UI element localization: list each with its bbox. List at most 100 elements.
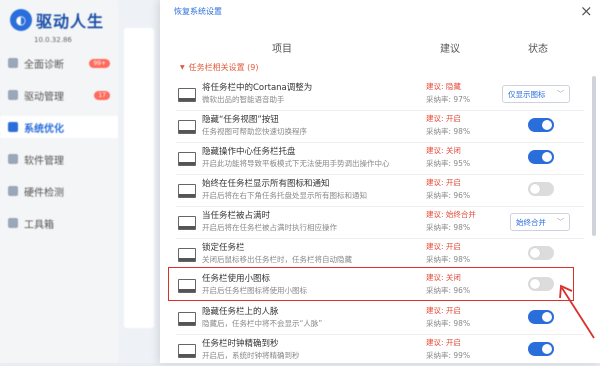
- divider: [176, 238, 584, 239]
- group-taskbar-settings[interactable]: ▼ 任务栏相关设置 (9): [180, 62, 259, 73]
- header-suggestion: 建议: [440, 44, 460, 55]
- group-label: 任务栏相关设置 (9): [188, 63, 259, 72]
- setting-title: 当任务栏被占满时: [202, 211, 271, 221]
- select-value: 始终合并: [516, 217, 546, 227]
- header-status: 状态: [528, 44, 548, 55]
- nav-label: 驱动管理: [24, 91, 64, 103]
- app-logo: ◐ 驱动人生: [10, 8, 104, 32]
- diagnosis-icon: [8, 58, 18, 68]
- setting-desc: 隐藏后，任务栏中将不会显示“人脉”: [202, 319, 323, 328]
- select-value: 仅显示图标: [508, 89, 546, 99]
- nav-item-driver[interactable]: 驱动管理 17: [0, 84, 118, 106]
- nav-item-optimize[interactable]: 系统优化: [0, 116, 118, 138]
- nav-item-software[interactable]: 软件管理: [0, 148, 118, 170]
- scrollbar[interactable]: [592, 76, 596, 236]
- cortana-select[interactable]: 仅显示图标 ﹀: [502, 85, 570, 103]
- taskbar-icon: [178, 344, 196, 358]
- chevron-down-icon: ﹀: [557, 90, 564, 98]
- setting-row: 隐藏任务栏上的人脉 隐藏后，任务栏中将不会显示“人脉” 建议: 开启 采纳率: …: [176, 304, 580, 334]
- toolbox-icon: [8, 218, 18, 228]
- toggle-switch[interactable]: [528, 310, 554, 324]
- setting-row: 始终在任务栏显示所有图标和通知 开启后将在右下角任务托盘处显示所有图标和通知 建…: [176, 176, 580, 206]
- setting-title: 隐藏操作中心任务栏托盘: [202, 147, 296, 157]
- taskbar-icon: [178, 248, 196, 262]
- setting-suggestion: 建议: 隐藏: [426, 82, 461, 91]
- nav-label: 全面诊断: [24, 59, 64, 71]
- setting-rate: 采纳率: 98%: [426, 255, 471, 264]
- setting-row: 锁定任务栏 关闭后鼠标移出任务栏时，任务栏将自动隐藏 建议: 开启 采纳率: 9…: [176, 240, 580, 270]
- taskbar-icon: [178, 184, 196, 198]
- setting-rate: 采纳率: 97%: [426, 95, 471, 104]
- nav-item-toolbox[interactable]: 工具箱: [0, 212, 118, 234]
- hardware-icon: [8, 186, 18, 196]
- nav-label: 系统优化: [24, 123, 64, 135]
- toggle-switch[interactable]: [528, 118, 554, 132]
- content-card: [124, 28, 154, 328]
- setting-suggestion: 建议: 开启: [426, 114, 461, 123]
- toggle-switch[interactable]: [528, 150, 554, 164]
- setting-row: 将任务栏中的Cortana调整为 微软出品的智能语音助手 建议: 隐藏 采纳率:…: [176, 80, 580, 110]
- setting-suggestion: 建议: 开启: [426, 242, 461, 251]
- taskbar-full-select[interactable]: 始终合并 ﹀: [510, 213, 570, 231]
- setting-desc: 开启后将在任务栏被占满时执行相应操作: [202, 223, 337, 232]
- taskbar-icon: [178, 152, 196, 166]
- nav-item-diagnosis[interactable]: 全面诊断 99+: [0, 52, 118, 74]
- divider: [176, 142, 584, 143]
- taskbar-icon: [178, 312, 196, 326]
- setting-suggestion: 建议: 开启: [426, 178, 461, 187]
- optimize-icon: [8, 122, 18, 132]
- logo-text: 驱动人生: [36, 12, 105, 31]
- setting-desc: 开启此功能将导致平板模式下无法使用手势调出操作中心: [202, 159, 390, 168]
- setting-title: 锁定任务栏: [202, 243, 245, 253]
- app-sidebar: ◐ 驱动人生 10.0.32.86 全面诊断 99+ 驱动管理 17 系统优化 …: [0, 0, 118, 363]
- divider: [176, 206, 584, 207]
- setting-row: 隐藏操作中心任务栏托盘 开启此功能将导致平板模式下无法使用手势调出操作中心 建议…: [176, 144, 580, 174]
- setting-desc: 任务视图可帮助您快速切换程序: [202, 127, 307, 136]
- nav-item-hardware[interactable]: 硬件检测: [0, 180, 118, 202]
- setting-row: 隐藏“任务视图”按钮 任务视图可帮助您快速切换程序 建议: 开启 采纳率: 98…: [176, 112, 580, 142]
- setting-desc: 开启后，系统时钟将精确到秒: [202, 351, 300, 360]
- divider: [176, 174, 584, 175]
- divider: [176, 110, 584, 111]
- setting-suggestion: 建议: 关闭: [426, 146, 461, 155]
- software-icon: [8, 154, 18, 164]
- divider: [176, 334, 584, 335]
- setting-row: 当任务栏被占满时 开启后将在任务栏被占满时执行相应操作 建议: 始终合并 采纳率…: [176, 208, 580, 238]
- setting-rate: 采纳率: 99%: [426, 351, 471, 360]
- setting-suggestion: 建议: 开启: [426, 306, 461, 315]
- setting-desc: 微软出品的智能语音助手: [202, 95, 285, 104]
- setting-desc: 关闭后鼠标移出任务栏时，任务栏将自动隐藏: [202, 255, 352, 264]
- setting-title: 将任务栏中的Cortana调整为: [202, 83, 313, 93]
- setting-suggestion: 建议: 开启: [426, 338, 461, 347]
- app-version: 10.0.32.86: [34, 36, 72, 44]
- setting-suggestion: 建议: 始终合并: [426, 210, 476, 219]
- highlight-box: [168, 267, 574, 301]
- toggle-switch[interactable]: [528, 342, 554, 356]
- nav-badge: 17: [94, 90, 110, 100]
- setting-rate: 采纳率: 98%: [426, 127, 471, 136]
- toggle-switch[interactable]: [528, 246, 554, 260]
- setting-rate: 采纳率: 98%: [426, 319, 471, 328]
- system-settings-dialog: 恢复系统设置 × 项目 建议 状态 ▼ 任务栏相关设置 (9) 将任务栏中的Co…: [160, 0, 600, 363]
- toggle-switch[interactable]: [528, 182, 554, 196]
- restore-system-settings-link[interactable]: 恢复系统设置: [174, 6, 222, 17]
- header-item: 项目: [272, 44, 292, 55]
- close-icon[interactable]: ×: [580, 4, 593, 19]
- driver-icon: [8, 90, 18, 100]
- setting-rate: 采纳率: 95%: [426, 159, 471, 168]
- setting-row: 任务栏时钟精确到秒 开启后，系统时钟将精确到秒 建议: 开启 采纳率: 99%: [176, 336, 580, 366]
- setting-rate: 采纳率: 98%: [426, 223, 471, 232]
- setting-title: 始终在任务栏显示所有图标和通知: [202, 179, 330, 189]
- taskbar-icon: [178, 88, 196, 102]
- nav-badge: 99+: [89, 58, 110, 68]
- logo-icon: ◐: [10, 9, 32, 31]
- setting-title: 隐藏任务栏上的人脉: [202, 307, 279, 317]
- taskbar-icon: [178, 120, 196, 134]
- setting-title: 隐藏“任务视图”按钮: [202, 115, 279, 125]
- nav-label: 工具箱: [24, 219, 54, 231]
- taskbar-icon: [178, 216, 196, 230]
- setting-title: 任务栏时钟精确到秒: [202, 339, 279, 349]
- chevron-down-icon: ﹀: [557, 218, 564, 226]
- caret-down-icon: ▼: [180, 64, 185, 71]
- setting-rate: 采纳率: 96%: [426, 191, 471, 200]
